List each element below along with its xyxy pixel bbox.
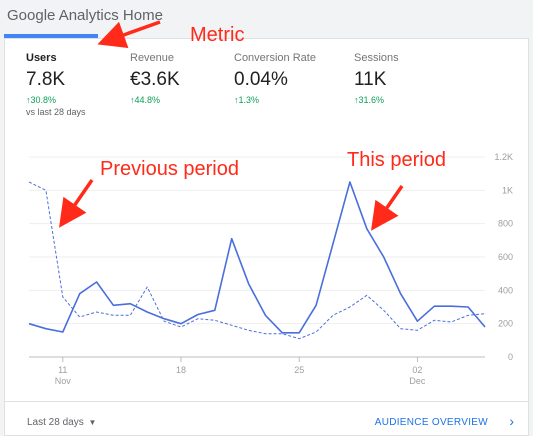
y-tick-label: 1K (502, 185, 513, 195)
chevron-right-icon[interactable]: › (509, 413, 514, 429)
audience-overview-link[interactable]: AUDIENCE OVERVIEW (375, 417, 488, 428)
date-range-label: Last 28 days (27, 417, 84, 428)
y-tick-label: 600 (498, 252, 513, 262)
annotation-this-period: This period (347, 149, 446, 171)
y-tick-label: 800 (498, 219, 513, 229)
x-tick-sublabel: Nov (55, 376, 72, 386)
date-range-dropdown[interactable]: Last 28 days ▼ (27, 417, 96, 428)
report-tab-header[interactable]: Google Analytics Home (0, 0, 533, 38)
y-tick-label: 0 (508, 352, 513, 362)
x-tick-sublabel: Dec (409, 376, 426, 386)
previous-period-line (28, 181, 486, 340)
annotation-metric: Metric (190, 24, 245, 46)
annotation-previous-period: Previous period (100, 158, 239, 180)
y-tick-label: 1.2K (494, 152, 513, 162)
x-tick-label: 25 (294, 365, 304, 375)
x-tick-label: 11 (58, 365, 67, 375)
y-tick-label: 200 (498, 319, 513, 329)
users-line-chart: 1.2K 1K 800 600 400 200 0 11Nov 18 25 02Dec (28, 152, 513, 386)
footer-divider (5, 401, 528, 402)
report-title: Google Analytics Home (7, 7, 163, 24)
x-tick-label: 18 (176, 365, 186, 375)
dropdown-caret-icon: ▼ (88, 418, 97, 427)
y-tick-label: 400 (498, 285, 513, 295)
overview-card: Users 7.8K ↑30.8% vs last 28 days Revenu… (4, 38, 529, 436)
x-tick-label: 02 (412, 365, 422, 375)
